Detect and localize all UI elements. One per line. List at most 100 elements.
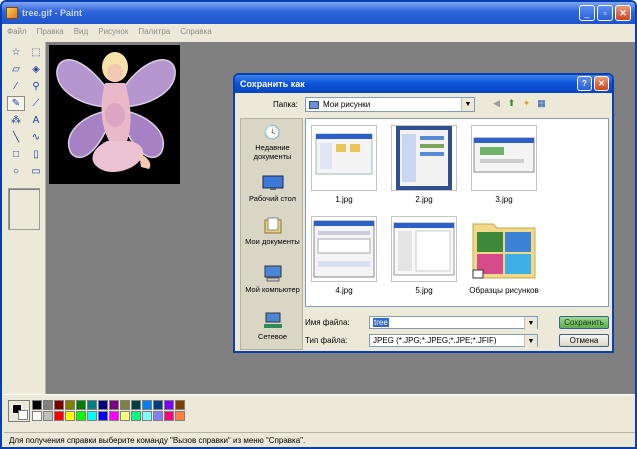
palette-swatch[interactable] xyxy=(164,400,174,410)
new-folder-icon[interactable]: ✦ xyxy=(521,98,532,109)
line-icon[interactable]: ╲ xyxy=(7,130,25,145)
folder-icon xyxy=(309,100,319,109)
minimize-button[interactable]: _ xyxy=(579,5,595,21)
file-thumbnail xyxy=(391,125,457,191)
filetype-label: Тип файла: xyxy=(305,336,348,345)
curve-icon[interactable]: ∿ xyxy=(27,130,45,145)
palette-swatch[interactable] xyxy=(164,411,174,421)
palette-swatch[interactable] xyxy=(65,411,75,421)
filetype-value: JPEG (*.JPG;*.JPEG;*.JPE;*.JFIF) xyxy=(373,336,497,345)
palette-swatch[interactable] xyxy=(120,400,130,410)
folder-sample-pictures[interactable]: Образцы рисунков xyxy=(469,216,539,295)
place-desktop[interactable]: Рабочий стол xyxy=(241,174,304,203)
palette-swatch[interactable] xyxy=(109,400,119,410)
file-list[interactable]: 1.jpg 2.jpg 3.jpg 4.jpg 5.jpg Образцы ри… xyxy=(305,118,609,307)
maximize-button[interactable]: ▫ xyxy=(597,5,613,21)
recent-documents-icon: 🕓 xyxy=(263,123,282,140)
polygon-icon[interactable]: ▯ xyxy=(27,147,45,162)
file-item-3[interactable]: 3.jpg xyxy=(469,125,539,204)
tool-options-panel[interactable] xyxy=(8,188,40,230)
palette-swatch[interactable] xyxy=(98,400,108,410)
filename-value: tree xyxy=(373,318,389,327)
back-icon[interactable]: ◀ xyxy=(491,98,502,109)
rounded-rect-icon[interactable]: ▭ xyxy=(27,164,45,179)
filename-input[interactable]: tree ▼ xyxy=(369,316,538,330)
cancel-button[interactable]: Отмена xyxy=(559,334,609,347)
file-name: 1.jpg xyxy=(335,195,353,204)
chevron-down-icon[interactable]: ▼ xyxy=(524,317,537,330)
menu-view[interactable]: Вид xyxy=(74,27,88,36)
palette-swatch[interactable] xyxy=(131,411,141,421)
chevron-down-icon[interactable]: ▼ xyxy=(524,335,537,348)
palette-swatch[interactable] xyxy=(142,411,152,421)
save-button[interactable]: Сохранить xyxy=(559,316,609,329)
dialog-help-button[interactable]: ? xyxy=(577,76,592,91)
ellipse-icon[interactable]: ○ xyxy=(7,164,25,179)
palette-swatch[interactable] xyxy=(87,411,97,421)
filetype-dropdown[interactable]: JPEG (*.JPG;*.JPEG;*.JPE;*.JFIF) ▼ xyxy=(369,334,538,348)
place-recent[interactable]: 🕓 Недавние документы xyxy=(241,123,304,162)
palette-swatch[interactable] xyxy=(32,400,42,410)
fill-icon[interactable]: ◈ xyxy=(27,62,45,77)
place-my-documents[interactable]: Мои документы xyxy=(241,217,304,246)
image-canvas[interactable] xyxy=(49,45,180,184)
rect-select-icon[interactable]: ⬚ xyxy=(27,45,45,60)
menu-file[interactable]: Файл xyxy=(7,27,27,36)
file-item-4[interactable]: 4.jpg xyxy=(309,216,379,295)
fairy-image xyxy=(49,45,180,184)
close-button[interactable]: ✕ xyxy=(615,5,631,21)
background-color[interactable] xyxy=(18,410,28,420)
folder-dropdown[interactable]: Мои рисунки ▼ xyxy=(305,97,475,112)
text-icon[interactable]: A xyxy=(27,113,45,128)
file-item-2[interactable]: 2.jpg xyxy=(389,125,459,204)
file-name: 4.jpg xyxy=(335,286,353,295)
palette-swatch[interactable] xyxy=(142,400,152,410)
magnifier-icon[interactable]: ⚲ xyxy=(27,79,45,94)
free-select-icon[interactable]: ☆ xyxy=(7,45,25,60)
palette-swatch[interactable] xyxy=(87,400,97,410)
palette-swatch[interactable] xyxy=(65,400,75,410)
palette-swatch[interactable] xyxy=(109,411,119,421)
folder-row: Папка: Мои рисунки ▼ ◀ ⬆ ✦ ▦ xyxy=(235,97,612,113)
palette-swatch[interactable] xyxy=(76,411,86,421)
brush-icon[interactable]: ⟋ xyxy=(27,96,45,111)
palette-swatch[interactable] xyxy=(175,400,185,410)
menu-edit[interactable]: Правка xyxy=(37,27,64,36)
airbrush-icon[interactable]: ⁂ xyxy=(7,113,25,128)
menu-image[interactable]: Рисунок xyxy=(98,27,128,36)
menu-help[interactable]: Справка xyxy=(180,27,211,36)
palette-swatch[interactable] xyxy=(153,411,163,421)
palette-swatch[interactable] xyxy=(98,411,108,421)
dialog-close-button[interactable]: ✕ xyxy=(594,76,609,91)
palette-swatch[interactable] xyxy=(32,411,42,421)
toolbox: ☆ ⬚ ▱ ◈ ⁄ ⚲ ✎ ⟋ ⁂ A ╲ ∿ □ ▯ ○ ▭ xyxy=(4,42,46,394)
up-folder-icon[interactable]: ⬆ xyxy=(506,98,517,109)
current-colors[interactable] xyxy=(8,400,30,422)
place-my-computer[interactable]: Мой компьютер xyxy=(241,265,304,294)
palette-swatch[interactable] xyxy=(43,400,53,410)
menu-palette[interactable]: Палитра xyxy=(138,27,170,36)
file-item-1[interactable]: 1.jpg xyxy=(309,125,379,204)
palette-swatch[interactable] xyxy=(120,411,130,421)
place-label: Сетевое xyxy=(257,332,288,341)
place-label: Мой компьютер xyxy=(245,285,300,294)
palette-swatch[interactable] xyxy=(131,400,141,410)
palette-swatch[interactable] xyxy=(43,411,53,421)
palette-swatch[interactable] xyxy=(153,400,163,410)
eraser-icon[interactable]: ▱ xyxy=(7,62,25,77)
save-as-dialog: Сохранить как ? ✕ Папка: Мои рисунки ▼ ◀… xyxy=(233,73,614,353)
pencil-icon[interactable]: ✎ xyxy=(7,96,25,111)
palette-swatch[interactable] xyxy=(54,411,64,421)
places-bar: 🕓 Недавние документы Рабочий стол Мои до… xyxy=(240,118,303,350)
palette-swatch[interactable] xyxy=(76,400,86,410)
palette-swatch[interactable] xyxy=(175,411,185,421)
folder-value: Мои рисунки xyxy=(323,100,371,109)
place-network[interactable]: Сетевое xyxy=(241,312,304,341)
chevron-down-icon[interactable]: ▼ xyxy=(461,98,474,111)
rectangle-icon[interactable]: □ xyxy=(7,147,25,162)
file-item-5[interactable]: 5.jpg xyxy=(389,216,459,295)
picker-icon[interactable]: ⁄ xyxy=(7,79,25,94)
color-palette xyxy=(4,394,635,432)
palette-swatch[interactable] xyxy=(54,400,64,410)
view-menu-icon[interactable]: ▦ xyxy=(536,98,547,109)
